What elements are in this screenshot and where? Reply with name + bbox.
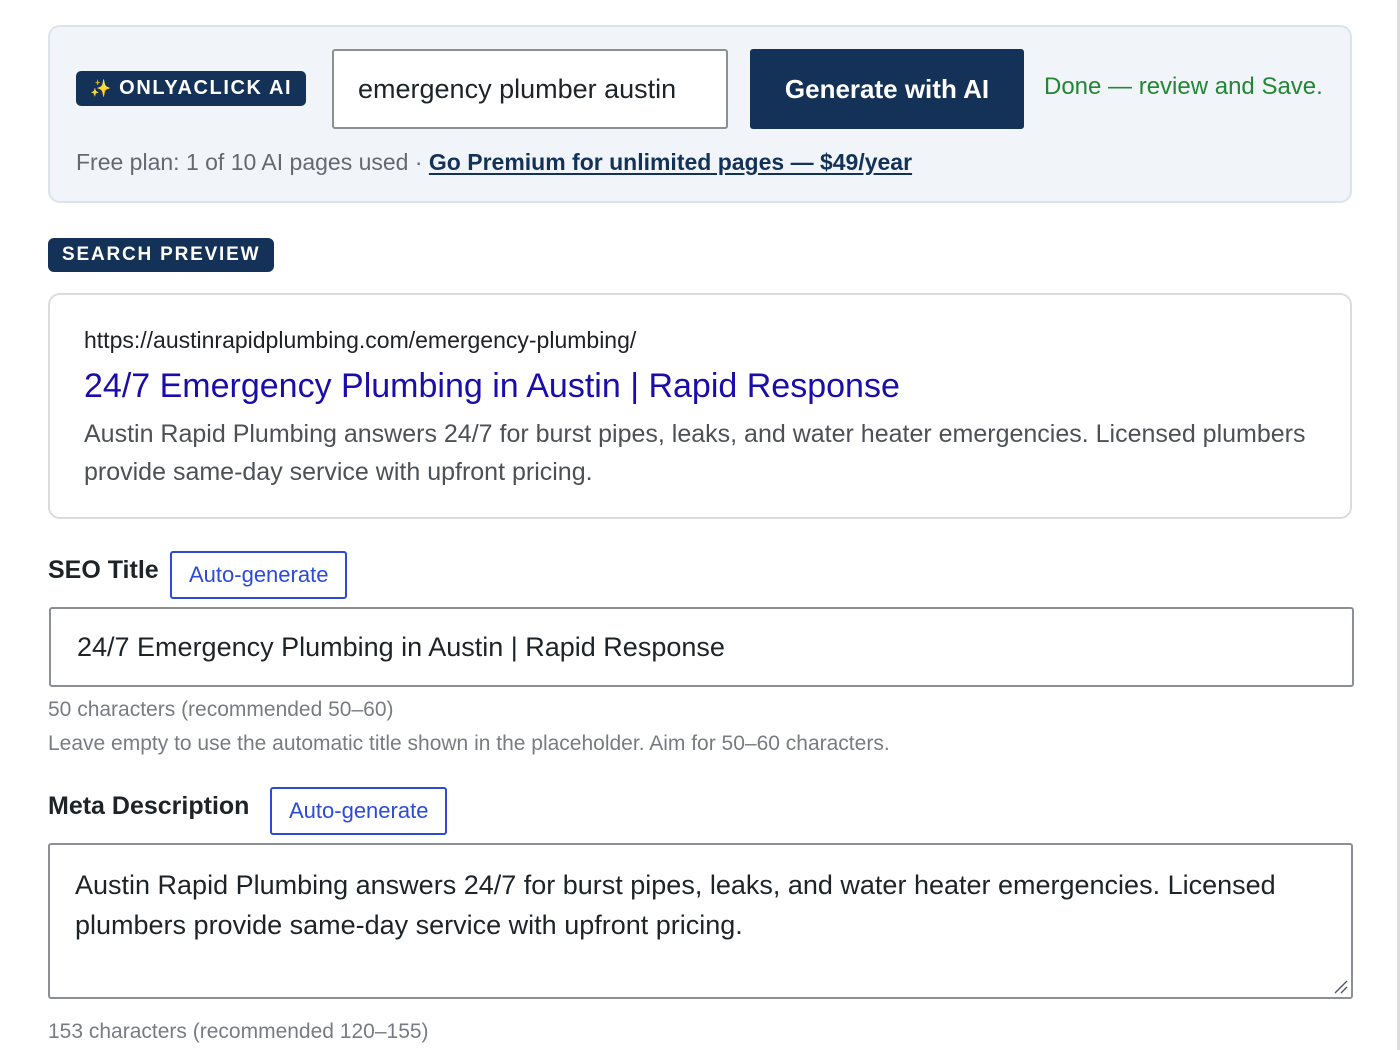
- serp-title: 24/7 Emergency Plumbing in Austin | Rapi…: [84, 367, 900, 405]
- meta-description-char-count: 153 characters (recommended 120–155): [48, 1020, 429, 1043]
- ai-generator-panel: ✨ ONLYACLICK AI Generate with AI Done — …: [48, 25, 1352, 203]
- ai-keyword-input[interactable]: [332, 49, 728, 129]
- seo-title-label: SEO Title: [48, 556, 159, 584]
- generate-with-ai-button[interactable]: Generate with AI: [750, 49, 1024, 129]
- search-preview-label: SEARCH PREVIEW: [48, 238, 275, 272]
- seo-title-help-text: Leave empty to use the automatic title s…: [48, 732, 890, 755]
- meta-description-textarea[interactable]: Austin Rapid Plumbing answers 24/7 for b…: [48, 843, 1353, 999]
- go-premium-link[interactable]: Go Premium for unlimited pages — $49/yea…: [429, 149, 912, 175]
- meta-description-auto-generate-button[interactable]: Auto-generate: [270, 787, 448, 835]
- ai-badge-label: ONLYACLICK AI: [119, 77, 293, 99]
- seo-title-input[interactable]: [49, 607, 1354, 687]
- plan-usage-text: Free plan: 1 of 10 AI pages used ·: [76, 149, 429, 175]
- meta-description-label: Meta Description: [48, 792, 250, 820]
- onlyaclick-ai-badge: ✨ ONLYACLICK AI: [76, 71, 307, 106]
- resize-handle-icon[interactable]: [1332, 978, 1348, 994]
- ai-plan-usage: Free plan: 1 of 10 AI pages used · Go Pr…: [76, 149, 912, 176]
- ai-status-message: Done — review and Save.: [1044, 73, 1323, 100]
- sparkles-icon: ✨: [90, 78, 112, 98]
- search-preview-card: https://austinrapidplumbing.com/emergenc…: [48, 293, 1352, 519]
- serp-url: https://austinrapidplumbing.com/emergenc…: [84, 327, 637, 353]
- seo-settings-page: ✨ ONLYACLICK AI Generate with AI Done — …: [0, 0, 1400, 1050]
- seo-title-char-count: 50 characters (recommended 50–60): [48, 698, 394, 721]
- serp-description: Austin Rapid Plumbing answers 24/7 for b…: [84, 420, 1306, 486]
- seo-title-auto-generate-button[interactable]: Auto-generate: [170, 551, 348, 599]
